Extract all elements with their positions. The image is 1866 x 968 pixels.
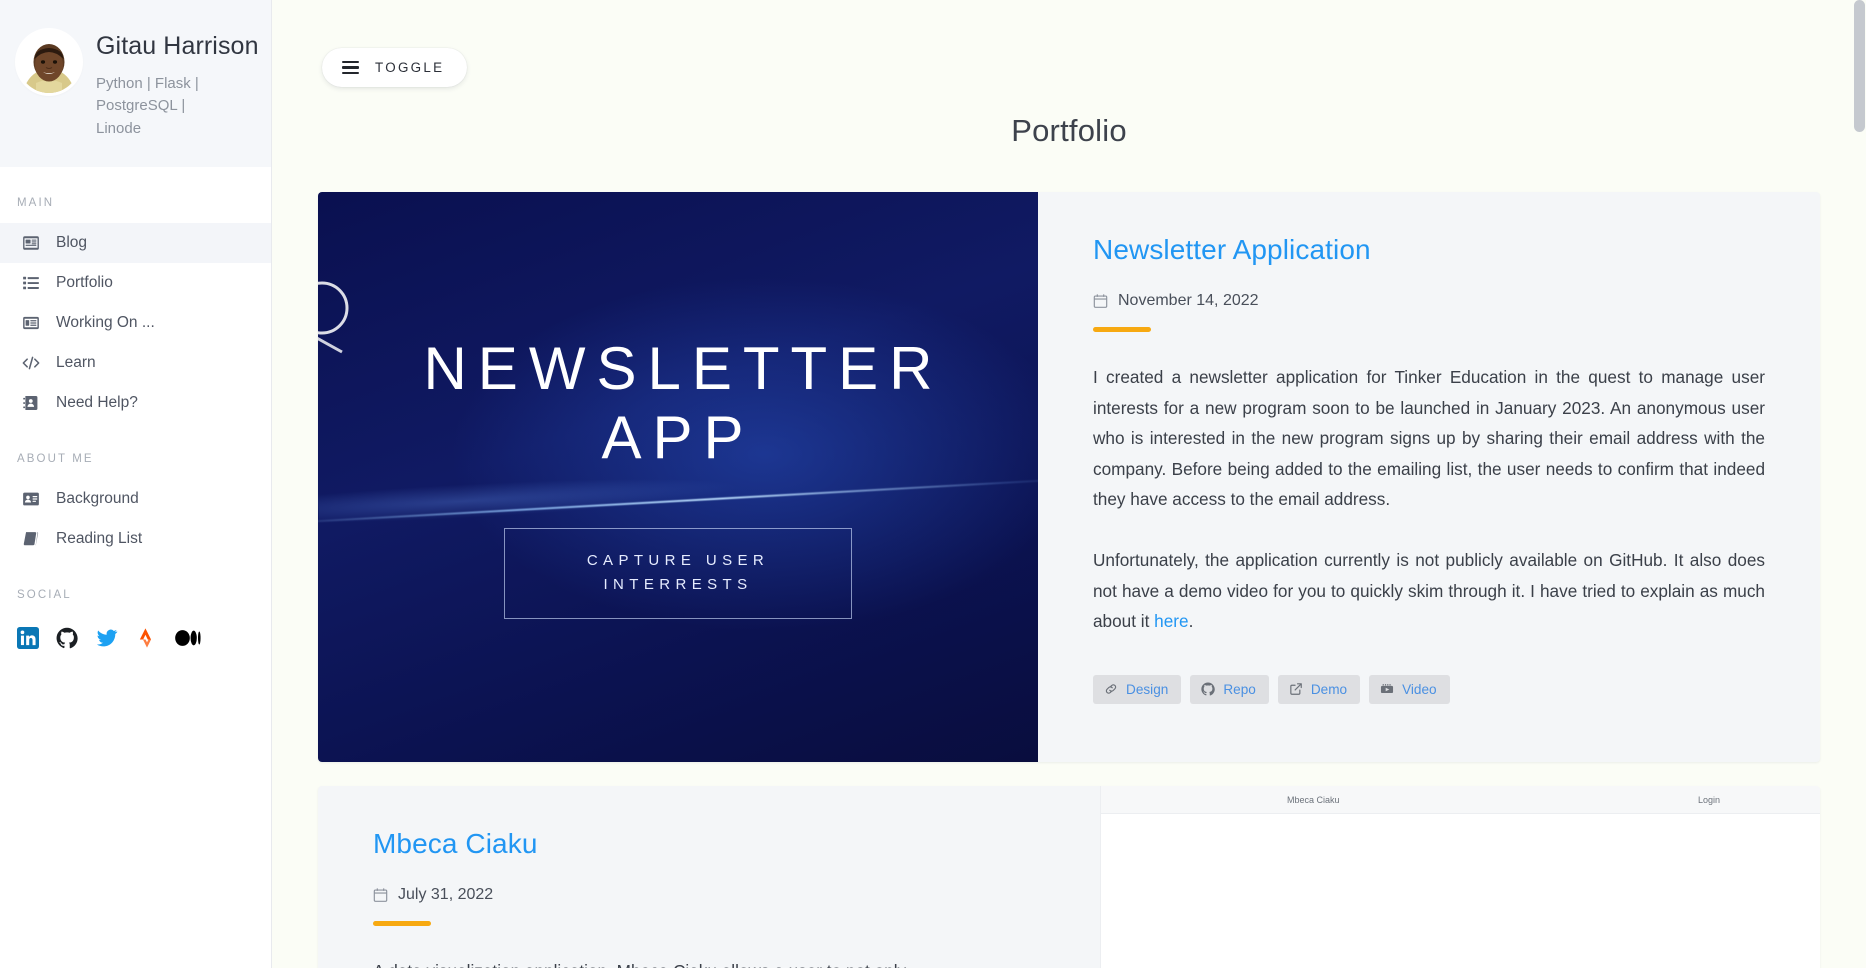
sidebar-item-label: Need Help? xyxy=(56,394,138,411)
id-card-icon xyxy=(22,490,40,508)
toggle-button-label: TOGGLE xyxy=(375,60,445,75)
mock-brand: Mbeca Ciaku xyxy=(1287,794,1340,805)
tag-label: Design xyxy=(1126,681,1169,697)
portfolio-card-list: NEWSLETTER APP CAPTURE USER INTERRESTS N… xyxy=(272,192,1866,968)
sidebar-item-background[interactable]: Background xyxy=(0,479,271,519)
sidebar-item-blog[interactable]: Blog xyxy=(0,223,271,263)
sidebar-item-label: Working On ... xyxy=(56,314,155,331)
github-icon[interactable] xyxy=(56,627,78,649)
card-paragraph: A data visualization application, Mbeca … xyxy=(373,956,1045,968)
sidebar-item-reading-list[interactable]: Reading List xyxy=(0,519,271,559)
linkedin-icon[interactable] xyxy=(17,627,39,649)
card-media-newsletter: NEWSLETTER APP CAPTURE USER INTERRESTS xyxy=(318,192,1038,762)
sidebar-item-label: Blog xyxy=(56,234,88,251)
hamburger-icon xyxy=(342,60,359,75)
card-tag-row: Design Repo Demo Video xyxy=(1093,674,1765,704)
youtube-icon xyxy=(1380,682,1394,696)
calendar-icon xyxy=(1093,293,1108,309)
strava-icon[interactable] xyxy=(136,627,158,649)
page-scrollbar[interactable] xyxy=(1852,0,1866,968)
nav-section-label-social: SOCIAL xyxy=(17,589,72,601)
page-title: Portfolio xyxy=(1011,113,1127,148)
card-body: Mbeca Ciaku July 31, 2022 A data visuali… xyxy=(318,786,1100,968)
tag-label: Repo xyxy=(1223,681,1256,697)
tag-demo[interactable]: Demo xyxy=(1277,674,1361,704)
tag-repo[interactable]: Repo xyxy=(1190,674,1269,704)
tag-video[interactable]: Video xyxy=(1369,674,1450,704)
accent-bar xyxy=(373,921,431,926)
user-avatar-photo-icon xyxy=(18,31,80,93)
paragraph-text-pre: Unfortunately, the application currently… xyxy=(1093,550,1765,632)
card-media-mbeca: Mbeca Ciaku Login Start Minding Your Own xyxy=(1100,786,1820,968)
address-book-icon xyxy=(22,394,40,412)
mock-hero: Start Minding Your Own xyxy=(1101,814,1820,968)
paragraph-text-post: . xyxy=(1188,611,1194,632)
accent-bar xyxy=(1093,327,1151,332)
card-date-text: July 31, 2022 xyxy=(398,886,494,903)
profile-tagline: Python | Flask | PostgreSQL | Linode xyxy=(96,74,199,137)
external-link-icon xyxy=(1289,682,1303,696)
nav-section-label-main: MAIN xyxy=(17,197,55,209)
sidebar-item-label: Reading List xyxy=(56,530,143,547)
tag-label: Video xyxy=(1402,681,1437,697)
profile-text: Gitau Harrison Python | Flask | PostgreS… xyxy=(96,24,259,140)
newsletter-hero-artwork: NEWSLETTER APP CAPTURE USER INTERRESTS xyxy=(318,192,1038,762)
hero-badge-text: CAPTURE USER INTERRESTS xyxy=(586,552,770,594)
app-root: Gitau Harrison Python | Flask | PostgreS… xyxy=(0,0,1866,968)
sidebar-item-label: Learn xyxy=(56,354,96,371)
nav-section-label-about-me: ABOUT ME xyxy=(17,453,94,465)
mbeca-mock-artwork: Mbeca Ciaku Login Start Minding Your Own xyxy=(1100,786,1820,968)
mock-navbar: Mbeca Ciaku Login xyxy=(1101,786,1820,814)
card-date-text: November 14, 2022 xyxy=(1118,292,1259,309)
sidebar-item-working-on[interactable]: Working On ... xyxy=(0,303,271,343)
newspaper-icon xyxy=(22,234,40,252)
hero-figure-decoration xyxy=(318,281,349,354)
here-link[interactable]: here xyxy=(1154,611,1188,631)
card-paragraph-with-link: Unfortunately, the application currently… xyxy=(1093,545,1765,637)
calendar-icon xyxy=(373,887,388,903)
avatar xyxy=(18,31,80,93)
sidebar: Gitau Harrison Python | Flask | PostgreS… xyxy=(0,0,272,968)
scrollbar-thumb[interactable] xyxy=(1854,0,1865,132)
card-title-link[interactable]: Mbeca Ciaku xyxy=(373,828,1045,860)
twitter-icon[interactable] xyxy=(95,627,119,649)
link-chain-icon xyxy=(1104,682,1118,696)
sidebar-item-need-help[interactable]: Need Help? xyxy=(0,383,271,423)
window-icon xyxy=(22,314,40,332)
social-links xyxy=(0,615,271,649)
card-date: November 14, 2022 xyxy=(1093,292,1765,310)
tag-label: Demo xyxy=(1310,681,1348,697)
hero-badge-box: CAPTURE USER INTERRESTS xyxy=(504,528,852,619)
portfolio-card: NEWSLETTER APP CAPTURE USER INTERRESTS N… xyxy=(318,192,1820,762)
card-paragraph: I created a newsletter application for T… xyxy=(1093,367,1765,510)
main-content: TOGGLE Portfolio NEWSLETTER APP CAPTURE … xyxy=(272,0,1866,968)
profile-name: Gitau Harrison xyxy=(96,32,259,60)
card-date: July 31, 2022 xyxy=(373,886,1045,904)
github-icon xyxy=(1201,682,1216,696)
sidebar-item-label: Background xyxy=(56,490,139,507)
tag-design[interactable]: Design xyxy=(1093,674,1182,704)
card-title-link[interactable]: Newsletter Application xyxy=(1093,234,1765,266)
portfolio-card: Mbeca Ciaku July 31, 2022 A data visuali… xyxy=(318,786,1820,968)
sidebar-item-learn[interactable]: Learn xyxy=(0,343,271,383)
mock-login-link: Login xyxy=(1697,794,1720,805)
book-icon xyxy=(22,530,40,548)
code-icon xyxy=(22,354,40,372)
sidebar-item-portfolio[interactable]: Portfolio xyxy=(0,263,271,303)
card-body: Newsletter Application November 14, 2022… xyxy=(1038,192,1820,762)
list-icon xyxy=(22,274,40,292)
sidebar-toggle-button[interactable]: TOGGLE xyxy=(322,48,468,87)
sidebar-item-label: Portfolio xyxy=(56,274,113,291)
medium-icon[interactable] xyxy=(175,627,201,649)
hero-title: NEWSLETTER APP xyxy=(423,335,944,471)
profile-header: Gitau Harrison Python | Flask | PostgreS… xyxy=(0,0,271,167)
